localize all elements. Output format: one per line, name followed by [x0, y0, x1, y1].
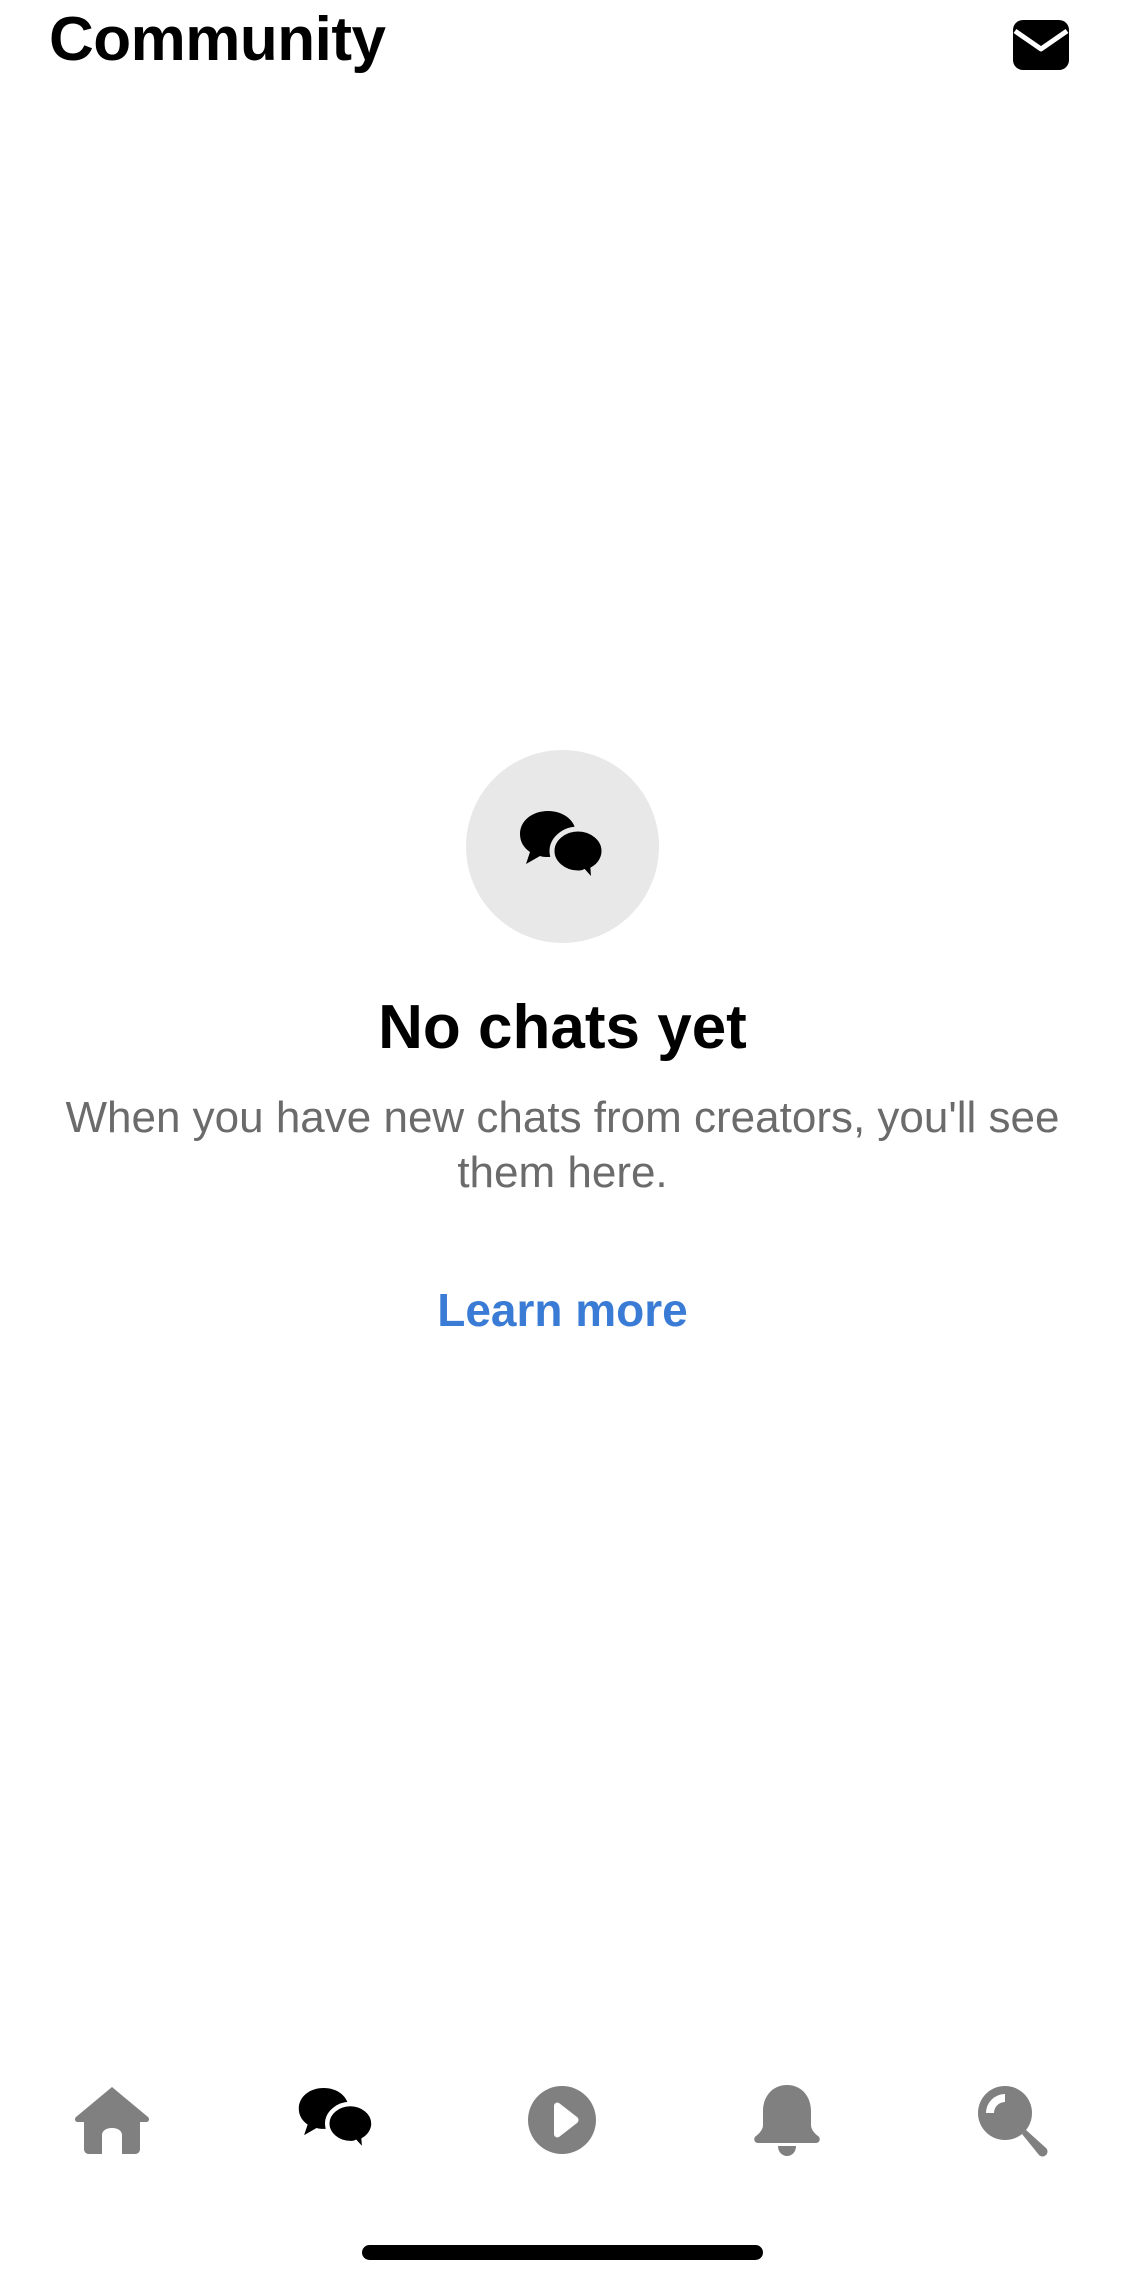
envelope-icon: [1013, 20, 1069, 70]
empty-state-description: When you have new chats from creators, y…: [65, 1093, 1060, 1197]
play-icon: [528, 2086, 596, 2154]
inbox-button[interactable]: [1010, 14, 1072, 76]
tab-video[interactable]: [512, 2070, 612, 2170]
bell-icon: [754, 2085, 820, 2156]
tab-home[interactable]: [62, 2070, 162, 2170]
home-indicator: [362, 2245, 763, 2260]
empty-state-title: No chats yet: [378, 993, 747, 1062]
tab-notifications[interactable]: [737, 2070, 837, 2170]
empty-state-icon-circle: [466, 750, 659, 943]
search-icon: [978, 2086, 1048, 2157]
home-icon: [74, 2087, 150, 2154]
chat-bubbles-icon: [519, 810, 607, 887]
tab-community[interactable]: [287, 2070, 387, 2170]
bottom-tab-bar: [0, 2070, 1125, 2170]
tab-search[interactable]: [962, 2070, 1062, 2170]
header: Community: [0, 0, 1125, 90]
page-title: Community: [49, 5, 386, 74]
learn-more-link[interactable]: Learn more: [0, 1280, 1125, 1340]
chat-bubbles-icon: [298, 2088, 376, 2156]
